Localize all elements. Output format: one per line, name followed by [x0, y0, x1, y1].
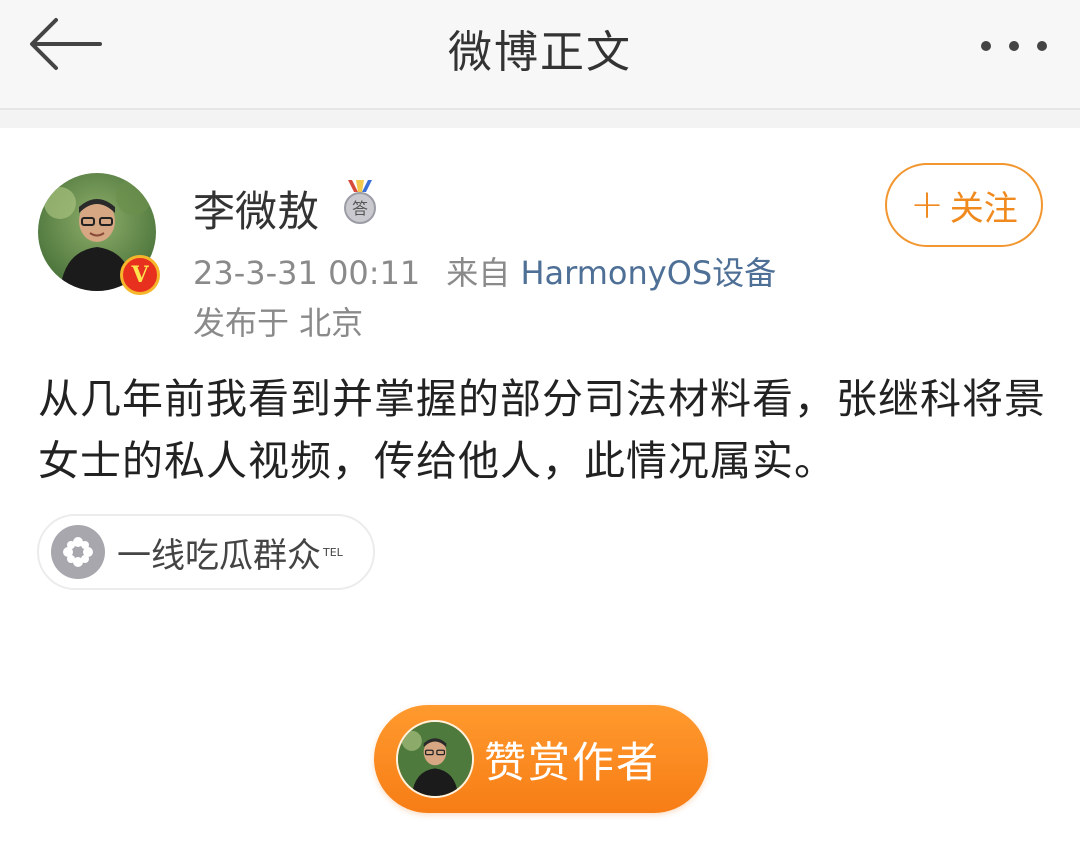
more-dots-icon[interactable] — [976, 36, 1052, 56]
top-bar: 微博正文 — [0, 0, 1080, 110]
reward-avatar — [396, 720, 474, 798]
reward-author-button[interactable]: 赞赏作者 — [374, 705, 708, 813]
section-divider — [0, 110, 1080, 128]
medal-icon: 答 — [344, 180, 376, 224]
topic-tag-label: 一线吃瓜群众 — [117, 535, 321, 576]
page-title: 微博正文 — [448, 27, 632, 78]
follow-label: 关注 — [949, 188, 1018, 229]
post-location: 发布于 北京 — [193, 304, 364, 342]
follow-button[interactable]: + 关注 — [885, 163, 1043, 247]
post-content: 从几年前我看到并掌握的部分司法材料看，张继科将景女士的私人视频，传给他人，此情况… — [38, 375, 1046, 485]
reward-label: 赞赏作者 — [484, 737, 661, 787]
source-prefix: 来自 — [446, 254, 511, 292]
topic-tag[interactable]: 一线吃瓜群众 TEL — [37, 514, 375, 590]
author-name[interactable]: 李微敖 — [193, 178, 319, 239]
post-time: 23-3-31 00:11 — [193, 254, 421, 292]
medal-label: 答 — [352, 199, 368, 218]
flower-icon — [51, 525, 105, 579]
post-meta: 23-3-31 00:11 来自 HarmonyOS设备 — [193, 248, 776, 294]
topic-tag-sup: TEL — [323, 545, 343, 559]
plus-icon: + — [910, 182, 944, 228]
post-source-link[interactable]: HarmonyOS设备 — [520, 254, 776, 292]
author-avatar[interactable]: V — [38, 173, 160, 295]
verified-badge-icon: V — [120, 255, 160, 295]
